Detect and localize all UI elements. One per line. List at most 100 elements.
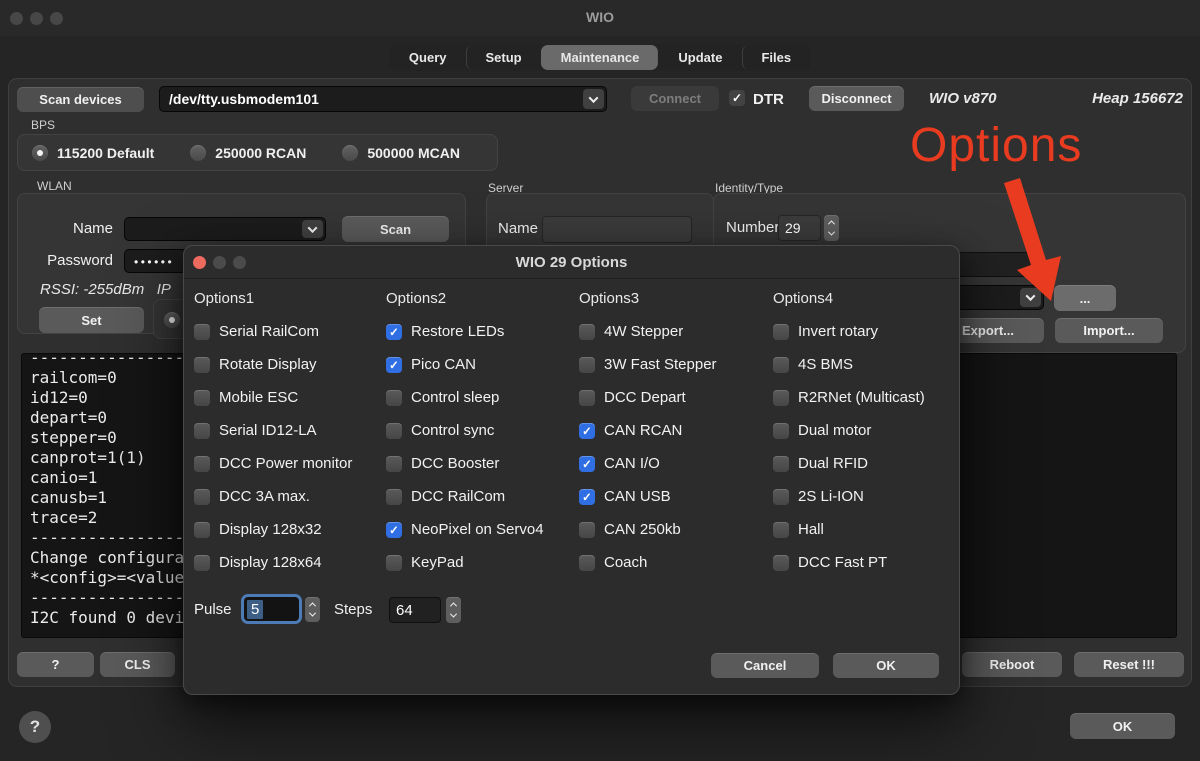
wlan-name-select[interactable] [124,217,326,241]
checkbox-display-128x64[interactable] [194,555,210,571]
scan-devices-button[interactable]: Scan devices [17,87,144,112]
steps-stepper[interactable] [446,597,461,623]
checkbox-rotate-display[interactable] [194,357,210,373]
chevron-down-icon[interactable] [302,220,323,238]
checkbox-keypad[interactable] [386,555,402,571]
option-row-dcc-fast-pt[interactable]: DCC Fast PT [773,546,961,579]
option-row-dcc-booster[interactable]: DCC Booster [386,447,574,480]
checkbox-serial-id12-la[interactable] [194,423,210,439]
option-row-4s-bms[interactable]: 4S BMS [773,348,961,381]
pulse-stepper[interactable] [305,597,320,622]
option-row-control-sync[interactable]: Control sync [386,414,574,447]
disconnect-button[interactable]: Disconnect [809,86,904,111]
option-row-dcc-depart[interactable]: DCC Depart [579,381,767,414]
checkbox-dcc-power-monitor[interactable] [194,456,210,472]
option-row-dcc-power-monitor[interactable]: DCC Power monitor [194,447,382,480]
connect-button[interactable]: Connect [631,86,719,111]
option-row-keypad[interactable]: KeyPad [386,546,574,579]
option-row-coach[interactable]: Coach [579,546,767,579]
option-row-serial-railcom[interactable]: Serial RailCom [194,315,382,348]
bps-radio-115200-default[interactable]: 115200 Default [32,145,154,161]
option-row-can-usb[interactable]: ✓CAN USB [579,480,767,513]
port-select[interactable]: /dev/tty.usbmodem101 [159,86,607,112]
stepper-up-icon[interactable] [450,603,457,610]
option-row-r2rnet-multicast[interactable]: R2RNet (Multicast) [773,381,961,414]
dialog-cancel-button[interactable]: Cancel [711,653,819,678]
tab-update[interactable]: Update [658,45,741,70]
option-row-neopixel-on-servo4[interactable]: ✓NeoPixel on Servo4 [386,513,574,546]
checkbox-mobile-esc[interactable] [194,390,210,406]
checkbox-3w-fast-stepper[interactable] [579,357,595,373]
dtr-checkbox[interactable]: ✓ [729,90,745,106]
server-name-field[interactable] [542,216,692,243]
checkbox-can-250kb[interactable] [579,522,595,538]
tab-maintenance[interactable]: Maintenance [541,45,659,70]
checkbox-coach[interactable] [579,555,595,571]
option-row-display-128x32[interactable]: Display 128x32 [194,513,382,546]
option-row-mobile-esc[interactable]: Mobile ESC [194,381,382,414]
option-row-serial-id12-la[interactable]: Serial ID12-LA [194,414,382,447]
bps-radio-250000-rcan[interactable]: 250000 RCAN [190,145,306,161]
stepper-up-icon[interactable] [828,221,835,228]
checkbox-display-128x32[interactable] [194,522,210,538]
chevron-down-icon[interactable] [583,89,604,109]
checkbox-4w-stepper[interactable] [579,324,595,340]
checkbox-4s-bms[interactable] [773,357,789,373]
tab-query[interactable]: Query [390,45,466,70]
help-circle-button[interactable]: ? [19,711,51,743]
checkbox-pico-can[interactable]: ✓ [386,357,402,373]
radio-icon[interactable] [32,145,48,161]
checkbox-dcc-3a-max[interactable] [194,489,210,505]
option-row-rotate-display[interactable]: Rotate Display [194,348,382,381]
option-row-pico-can[interactable]: ✓Pico CAN [386,348,574,381]
checkbox-can-usb[interactable]: ✓ [579,489,595,505]
checkbox-can-rcan[interactable]: ✓ [579,423,595,439]
option-row-4w-stepper[interactable]: 4W Stepper [579,315,767,348]
option-row-hall[interactable]: Hall [773,513,961,546]
checkbox-control-sync[interactable] [386,423,402,439]
help-button[interactable]: ? [17,652,94,677]
tab-files[interactable]: Files [741,45,810,70]
pulse-input[interactable]: 5 [241,594,302,624]
steps-input[interactable]: 64 [389,597,441,623]
checkbox-dcc-fast-pt[interactable] [773,555,789,571]
option-row-restore-leds[interactable]: ✓Restore LEDs [386,315,574,348]
option-row-can-rcan[interactable]: ✓CAN RCAN [579,414,767,447]
wlan-set-button[interactable]: Set [39,307,144,333]
checkbox-restore-leds[interactable]: ✓ [386,324,402,340]
option-row-2s-li-ion[interactable]: 2S Li-ION [773,480,961,513]
reset-button[interactable]: Reset !!! [1074,652,1184,677]
identity-number-stepper[interactable] [824,215,839,241]
bps-radio-500000-mcan[interactable]: 500000 MCAN [342,145,460,161]
dialog-ok-button[interactable]: OK [833,653,939,678]
stepper-down-icon[interactable] [450,610,457,617]
checkbox-neopixel-on-servo4[interactable]: ✓ [386,522,402,538]
checkbox-r2rnet-multicast[interactable] [773,390,789,406]
footer-ok-button[interactable]: OK [1070,713,1175,739]
checkbox-dcc-railcom[interactable] [386,489,402,505]
wlan-mode-radio[interactable] [164,312,180,328]
radio-icon[interactable] [342,145,358,161]
option-row-control-sleep[interactable]: Control sleep [386,381,574,414]
option-row-dual-motor[interactable]: Dual motor [773,414,961,447]
checkbox-hall[interactable] [773,522,789,538]
checkbox-control-sleep[interactable] [386,390,402,406]
option-row-dual-rfid[interactable]: Dual RFID [773,447,961,480]
stepper-up-icon[interactable] [309,602,316,609]
checkbox-dual-rfid[interactable] [773,456,789,472]
checkbox-can-i-o[interactable]: ✓ [579,456,595,472]
reboot-button[interactable]: Reboot [962,652,1062,677]
stepper-down-icon[interactable] [828,228,835,235]
checkbox-serial-railcom[interactable] [194,324,210,340]
option-row-3w-fast-stepper[interactable]: 3W Fast Stepper [579,348,767,381]
checkbox-2s-li-ion[interactable] [773,489,789,505]
checkbox-invert-rotary[interactable] [773,324,789,340]
checkbox-dcc-booster[interactable] [386,456,402,472]
import-button[interactable]: Import... [1055,318,1163,343]
stepper-down-icon[interactable] [309,610,316,617]
checkbox-dual-motor[interactable] [773,423,789,439]
checkbox-dcc-depart[interactable] [579,390,595,406]
cls-button[interactable]: CLS [100,652,175,677]
option-row-can-i-o[interactable]: ✓CAN I/O [579,447,767,480]
tab-setup[interactable]: Setup [466,45,541,70]
